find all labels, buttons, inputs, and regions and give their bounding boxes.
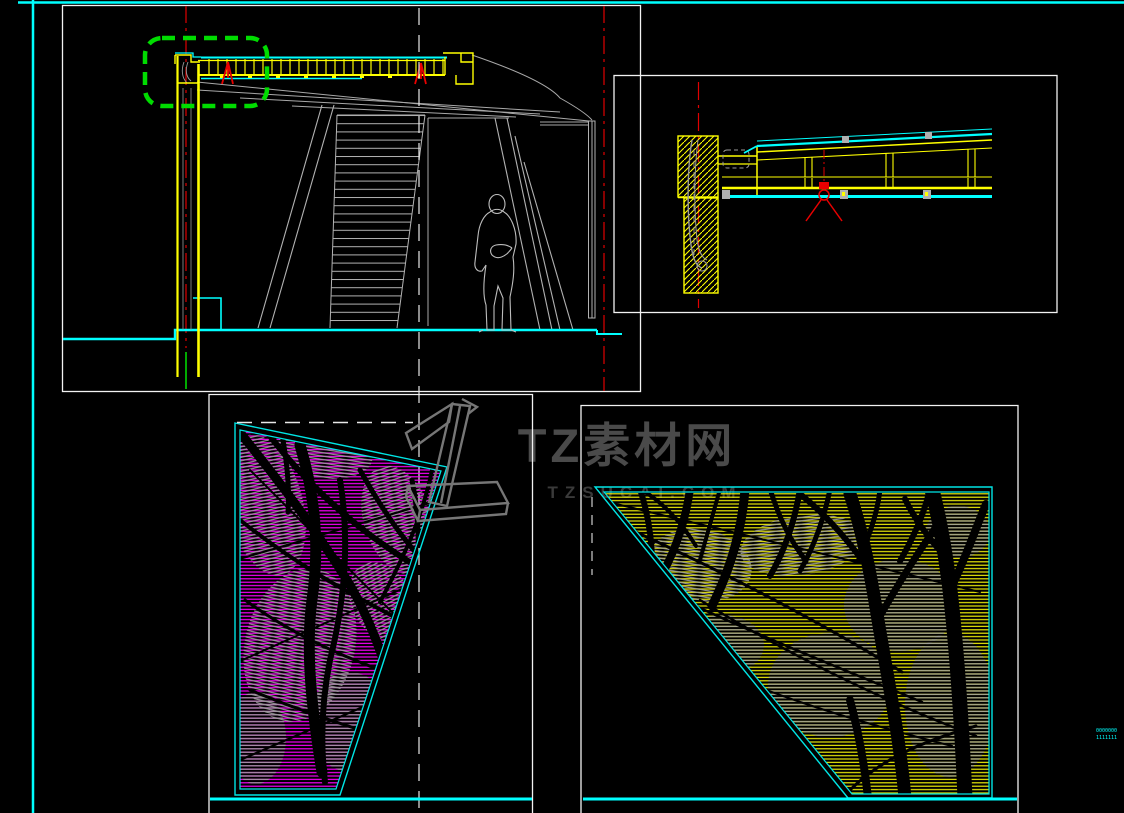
right-strut (494, 117, 574, 331)
watermark: TZ素材网 TZSUCAI.COM (518, 419, 736, 502)
yellow-panel-view (591, 486, 993, 799)
corner-annotation-line2: 1111111 (1096, 735, 1118, 741)
roof-clip (842, 136, 849, 143)
roof-rail-band (198, 52, 474, 85)
fixture-symbol-red (805, 150, 843, 222)
left-strut (257, 104, 335, 329)
corner-annotation: 0000000 1111111 (1096, 728, 1124, 742)
ceiling-clip (722, 190, 730, 199)
rail-ticks (205, 59, 445, 75)
stair (329, 114, 426, 329)
cad-canvas: TZ素材网 TZSUCAI.COM (18, 0, 1124, 813)
detail-roof-slope (756, 128, 993, 161)
roof-clip (925, 132, 932, 139)
human-figure (474, 193, 517, 333)
right-post (588, 120, 596, 319)
purlin-posts (804, 149, 976, 188)
corner-annotation-line1: 0000000 (1096, 728, 1118, 734)
rail-end-cap (443, 52, 474, 85)
cad-viewport: TZ素材网 TZSUCAI.COM (0, 0, 1124, 813)
left-column (174, 52, 201, 377)
watermark-title: TZ素材网 (518, 419, 736, 472)
column-cap (174, 54, 200, 84)
logo-flag (404, 401, 454, 451)
detail-ceiling (722, 176, 992, 199)
gutter-curve (181, 61, 192, 84)
roof-detail-view (677, 82, 993, 308)
magenta-panel-view (234, 421, 448, 796)
